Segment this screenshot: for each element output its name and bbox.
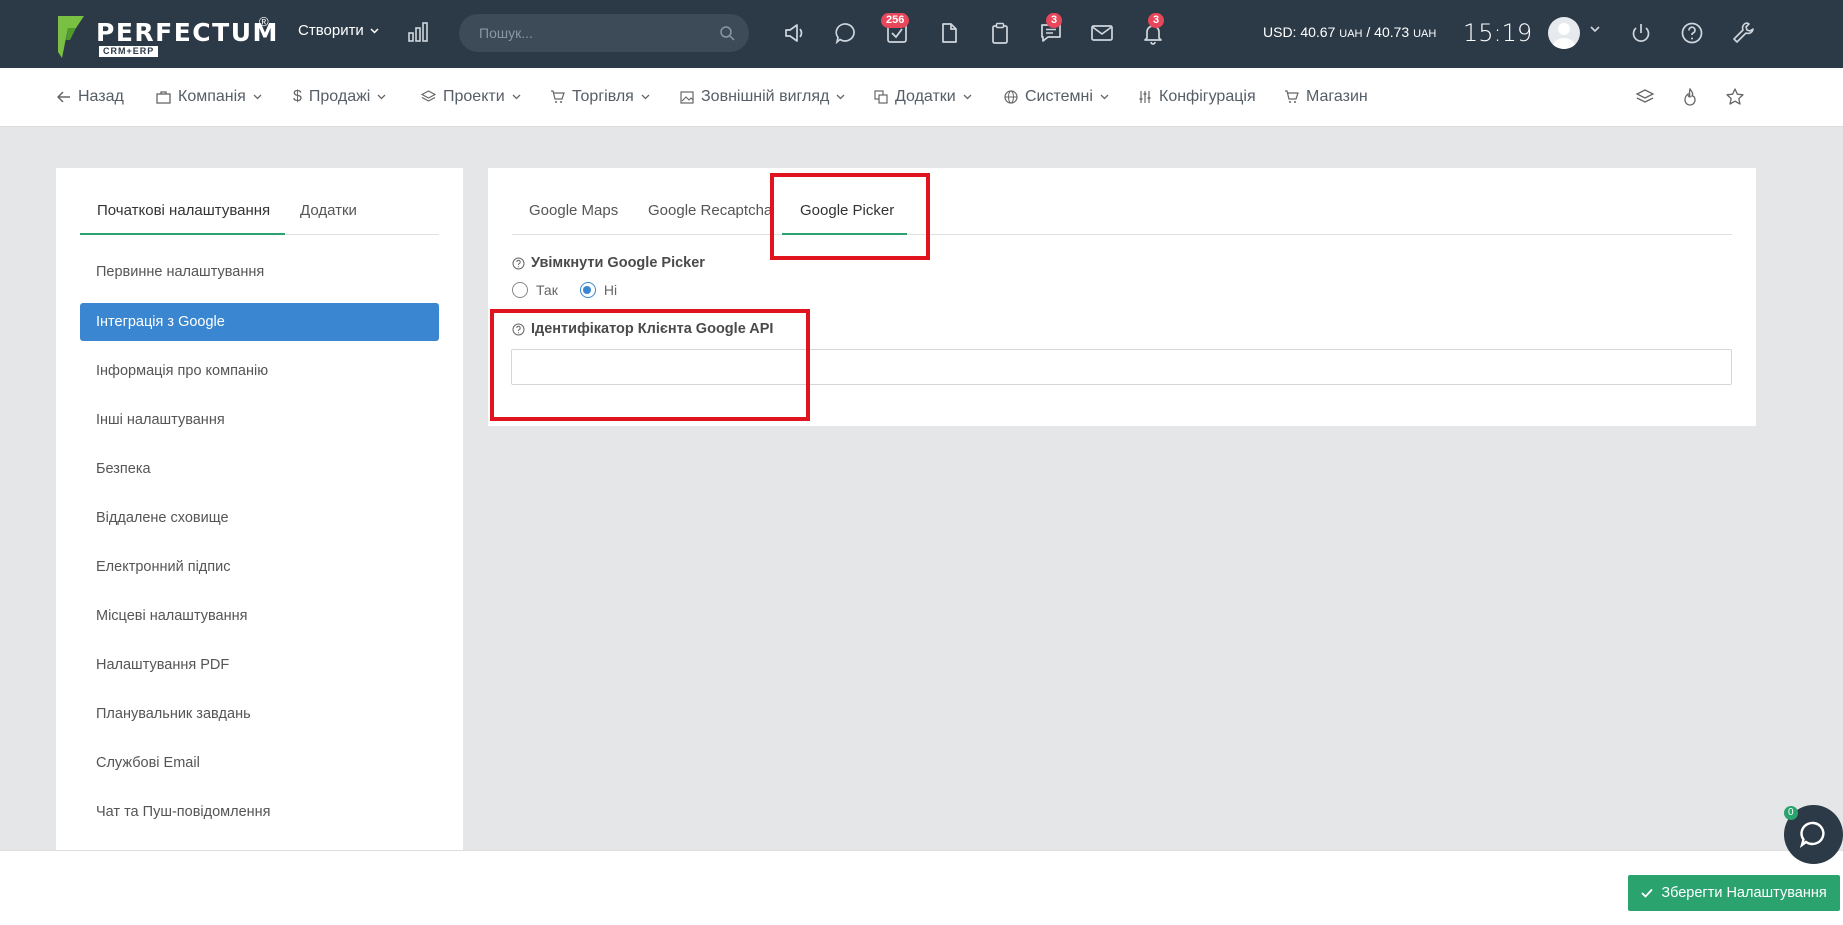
chevron-down-icon <box>377 94 386 100</box>
nav-projects[interactable]: Проекти <box>421 88 521 106</box>
wrench-icon[interactable] <box>1730 20 1756 46</box>
help-icon[interactable] <box>512 323 525 336</box>
sidebar-tabs: Початкові налаштування Додатки <box>80 198 439 235</box>
cart-icon <box>551 90 565 103</box>
copy-icon <box>874 90 888 104</box>
tab-addons[interactable]: Додатки <box>300 198 400 235</box>
mail-icon[interactable] <box>1089 20 1115 46</box>
nav-system[interactable]: Системні <box>1004 88 1109 106</box>
client-id-input[interactable] <box>511 349 1732 385</box>
messages-badge: 3 <box>1046 13 1063 28</box>
clipboard-icon[interactable] <box>987 20 1013 46</box>
sidebar-item-primary-setup[interactable]: Первинне налаштування <box>80 253 439 291</box>
help-icon[interactable] <box>512 257 525 270</box>
sidebar-item-remote-storage[interactable]: Віддалене сховище <box>80 499 439 537</box>
tab-google-maps[interactable]: Google Maps <box>529 198 618 235</box>
notifications-button[interactable]: 3 <box>1140 13 1166 46</box>
power-icon[interactable] <box>1628 20 1654 46</box>
chevron-down-icon <box>253 94 262 100</box>
nav-trade[interactable]: Торгівля <box>550 88 650 106</box>
user-avatar-icon <box>1552 23 1576 49</box>
arrow-left-icon <box>57 91 70 103</box>
radio-no[interactable] <box>579 282 596 298</box>
sidebar-item-pdf-settings[interactable]: Налаштування PDF <box>80 646 439 684</box>
sidebar-item-task-scheduler[interactable]: Планувальник завдань <box>80 695 439 733</box>
layers-icon[interactable] <box>1635 87 1655 107</box>
sidebar-item-e-signature[interactable]: Електронний підпис <box>80 548 439 586</box>
sliders-icon <box>1139 91 1151 103</box>
radio-yes-label: Так <box>536 282 558 298</box>
tab-google-recaptcha[interactable]: Google Recaptcha <box>648 198 772 235</box>
sidebar-item-chat-push[interactable]: Чат та Пуш-повідомлення <box>80 793 439 831</box>
avatar[interactable] <box>1548 17 1580 49</box>
top-bar: PERFECTUM ® CRM+ERP Створити 256 <box>0 0 1843 68</box>
save-settings-button[interactable]: Зберегти Налаштування <box>1628 875 1840 911</box>
create-button[interactable]: Створити <box>298 22 379 39</box>
chevron-down-icon[interactable] <box>1590 26 1600 33</box>
currency-rate: USD: 40.67 UAH / 40.73 UAH <box>1263 24 1437 40</box>
search-icon[interactable] <box>719 25 735 41</box>
sidebar-item-service-email[interactable]: Службові Email <box>80 744 439 782</box>
chevron-down-icon <box>370 27 379 34</box>
enable-picker-radio-group: Так Ні <box>512 282 617 298</box>
nav-addons[interactable]: Додатки <box>874 88 972 106</box>
google-settings-panel: Google Maps Google Recaptcha Google Pick… <box>488 168 1756 426</box>
radio-no-label: Ні <box>603 282 618 298</box>
chat-widget-badge: 0 <box>1784 806 1798 820</box>
settings-sidebar: Початкові налаштування Додатки Первинне … <box>56 168 463 850</box>
nav-sales[interactable]: $ Продажі <box>293 88 386 106</box>
client-id-label: Ідентифікатор Клієнта Google API <box>512 321 773 337</box>
chevron-down-icon <box>1100 94 1109 100</box>
help-icon[interactable] <box>1679 20 1705 46</box>
sidebar-item-security[interactable]: Безпека <box>80 450 439 488</box>
globe-icon <box>1004 90 1018 104</box>
tab-google-picker[interactable]: Google Picker <box>782 198 907 235</box>
stats-icon[interactable] <box>406 20 430 44</box>
tasks-button[interactable]: 256 <box>881 13 910 46</box>
nav-store[interactable]: Магазин <box>1284 88 1368 106</box>
sidebar-item-other-settings[interactable]: Інші налаштування <box>80 401 439 439</box>
tasks-badge: 256 <box>881 13 910 28</box>
nav-company[interactable]: Компанія <box>156 88 262 106</box>
notifications-badge: 3 <box>1148 13 1165 28</box>
logo-registered-mark: ® <box>259 14 269 29</box>
sidebar-item-google-integration[interactable]: Інтеграція з Google <box>80 303 439 341</box>
logo-text: PERFECTUM <box>96 18 279 47</box>
nav-appearance[interactable]: Зовнішній вигляд <box>680 88 845 106</box>
briefcase-icon <box>156 91 171 104</box>
messages-button[interactable]: 3 <box>1038 13 1064 46</box>
cart-icon <box>1285 90 1299 103</box>
footer-bar: Зберегти Налаштування <box>0 850 1843 925</box>
google-tabs: Google Maps Google Recaptcha Google Pick… <box>512 198 1732 235</box>
layers-icon <box>421 90 436 102</box>
chat-bubble-icon[interactable] <box>833 20 859 46</box>
chevron-down-icon <box>963 94 972 100</box>
search-box <box>459 14 749 52</box>
check-icon <box>1641 888 1653 898</box>
tab-initial-settings[interactable]: Початкові налаштування <box>80 198 285 235</box>
file-icon[interactable] <box>936 20 962 46</box>
fire-icon[interactable] <box>1680 87 1700 107</box>
sidebar-item-local-settings[interactable]: Місцеві налаштування <box>80 597 439 635</box>
sidebar-item-company-info[interactable]: Інформація про компанію <box>80 352 439 390</box>
main-navigation: Назад Компанія $ Продажі Проекти Торгівл… <box>0 68 1843 127</box>
create-label: Створити <box>298 22 364 39</box>
star-icon[interactable] <box>1725 87 1745 107</box>
chevron-down-icon <box>836 94 845 100</box>
logo-mark-icon <box>58 16 84 58</box>
chevron-down-icon <box>641 94 650 100</box>
megaphone-icon[interactable] <box>782 20 808 46</box>
nav-configuration[interactable]: Конфігурація <box>1138 88 1256 106</box>
enable-picker-label: Увімкнути Google Picker <box>512 255 705 271</box>
image-icon <box>680 90 694 104</box>
nav-back[interactable]: Назад <box>57 88 124 106</box>
logo[interactable]: PERFECTUM ® CRM+ERP <box>56 14 279 58</box>
clock: 15:19 <box>1463 19 1533 47</box>
chevron-down-icon <box>512 94 521 100</box>
search-input[interactable] <box>459 14 749 52</box>
dollar-icon: $ <box>293 88 302 105</box>
logo-subtitle: CRM+ERP <box>99 46 159 57</box>
radio-yes[interactable] <box>512 282 528 298</box>
